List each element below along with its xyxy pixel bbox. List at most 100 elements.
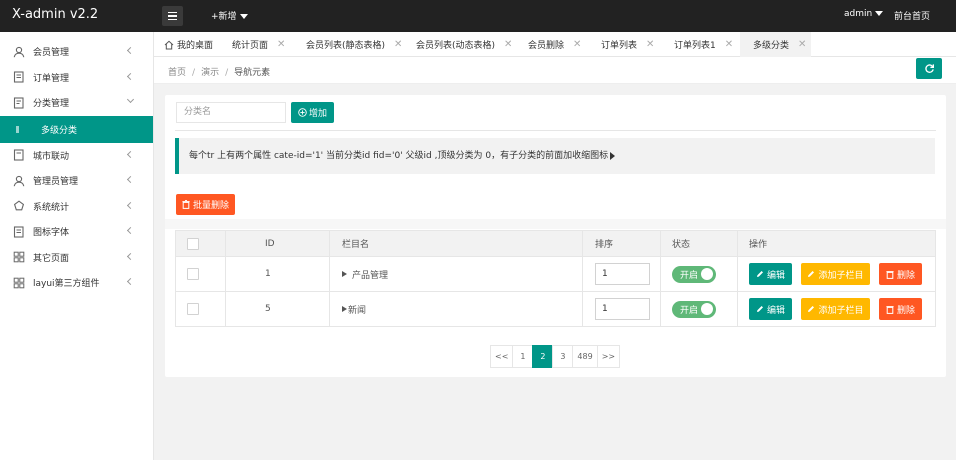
page-first[interactable]: << bbox=[490, 345, 514, 368]
close-icon[interactable]: ✕ bbox=[504, 39, 512, 50]
sort-input[interactable]: 1 bbox=[595, 263, 650, 285]
tab-label: 统计页面 bbox=[232, 41, 269, 51]
tab-label: 多级分类 bbox=[753, 41, 790, 51]
sidebar-item-stats[interactable]: 系统统计 bbox=[0, 194, 153, 220]
table-header-row: ID 栏目名 排序 状态 操作 bbox=[175, 230, 936, 257]
close-icon[interactable]: ✕ bbox=[394, 39, 402, 50]
hamburger-icon bbox=[168, 11, 177, 14]
app-logo[interactable]: X-admin v2.2 bbox=[12, 7, 98, 22]
sidebar-item-label: 分类管理 bbox=[33, 99, 70, 110]
tab-stats[interactable]: 统计页面 ✕ bbox=[232, 32, 285, 57]
header-actions: 操作 bbox=[749, 240, 768, 250]
divider bbox=[175, 130, 936, 131]
tab-label: 会员列表(动态表格) bbox=[416, 41, 496, 51]
chevron-left-icon bbox=[126, 201, 135, 209]
expand-icon[interactable] bbox=[342, 271, 347, 277]
page-2-current[interactable]: 2 bbox=[532, 345, 554, 368]
sidebar-item-other-pages[interactable]: 其它页面 bbox=[0, 245, 153, 271]
add-new-label: +新增 bbox=[211, 12, 237, 22]
stats-icon bbox=[13, 200, 25, 212]
caret-down-icon bbox=[239, 14, 248, 19]
front-home-link[interactable]: 前台首页 bbox=[894, 9, 930, 22]
page-1[interactable]: 1 bbox=[512, 345, 534, 368]
page-3[interactable]: 3 bbox=[552, 345, 574, 368]
caret-down-icon bbox=[875, 11, 884, 16]
refresh-button[interactable] bbox=[916, 58, 942, 79]
select-all-checkbox[interactable] bbox=[187, 237, 199, 250]
batch-delete-button[interactable]: 批量删除 bbox=[176, 194, 235, 215]
sidebar-item-layui-components[interactable]: layui第三方组件 bbox=[0, 270, 153, 296]
row-checkbox[interactable] bbox=[187, 268, 199, 280]
status-switch[interactable]: 开启 bbox=[672, 265, 716, 283]
sidebar-item-admin[interactable]: 管理员管理 bbox=[0, 168, 153, 194]
breadcrumb-current: 导航元素 bbox=[234, 68, 271, 78]
sidebar-item-order[interactable]: 订单管理 bbox=[0, 65, 153, 91]
sidebar-item-icon-font[interactable]: 图标字体 bbox=[0, 219, 153, 245]
content-card: 分类名 增加 每个tr 上有两个属性 cate-id='1' 当前分类id fi… bbox=[165, 95, 946, 377]
close-icon[interactable]: ✕ bbox=[573, 39, 581, 50]
category-name-input[interactable]: 分类名 bbox=[176, 102, 286, 123]
tab-member-static[interactable]: 会员列表(静态表格) ✕ bbox=[306, 32, 402, 57]
close-icon[interactable]: ✕ bbox=[798, 39, 806, 50]
delete-button[interactable]: 删除 bbox=[879, 263, 922, 285]
add-new-dropdown[interactable]: +新增 bbox=[211, 9, 248, 22]
header-name: 栏目名 bbox=[342, 240, 370, 250]
category-icon bbox=[13, 97, 25, 109]
breadcrumb: 首页 / 演示 / 导航元素 bbox=[168, 65, 270, 78]
admin-name: admin bbox=[844, 9, 873, 19]
plus-circle-icon bbox=[298, 108, 307, 117]
add-subcategory-button[interactable]: 添加子栏目 bbox=[801, 263, 870, 285]
table-row: 5 新闻 1 开启 编辑 添加子栏目 删除 bbox=[175, 292, 936, 327]
breadcrumb-demo[interactable]: 演示 bbox=[201, 68, 219, 78]
header-id: ID bbox=[265, 238, 275, 249]
tab-order-list-1[interactable]: 订单列表1 ✕ bbox=[674, 32, 733, 57]
breadcrumb-separator: / bbox=[225, 68, 229, 78]
close-icon[interactable]: ✕ bbox=[277, 39, 285, 50]
sidebar-subitem-multilevel-category[interactable]: 多级分类 bbox=[0, 115, 153, 143]
edit-button[interactable]: 编辑 bbox=[749, 263, 792, 285]
order-icon bbox=[13, 71, 25, 83]
switch-label: 开启 bbox=[680, 270, 699, 281]
status-switch[interactable]: 开启 bbox=[672, 300, 716, 318]
tab-multilevel-category[interactable]: 多级分类 ✕ bbox=[740, 32, 811, 57]
switch-knob bbox=[701, 268, 713, 280]
row-id: 5 bbox=[265, 304, 271, 314]
sidebar: 会员管理 订单管理 分类管理 多级分类 城市联动 管理员管理 系统统计 图标字体… bbox=[0, 32, 154, 460]
breadcrumb-home[interactable]: 首页 bbox=[168, 68, 186, 78]
row-checkbox[interactable] bbox=[187, 303, 199, 315]
sidebar-item-member[interactable]: 会员管理 bbox=[0, 39, 153, 65]
chevron-left-icon bbox=[126, 72, 135, 80]
trash-icon bbox=[886, 270, 894, 279]
edit-button[interactable]: 编辑 bbox=[749, 298, 792, 320]
add-button-label: 增加 bbox=[308, 109, 327, 119]
trash-icon bbox=[182, 200, 190, 209]
tab-order-list[interactable]: 订单列表 ✕ bbox=[601, 32, 654, 57]
tab-bar: 我的桌面 统计页面 ✕ 会员列表(静态表格) ✕ 会员列表(动态表格) ✕ 会员… bbox=[154, 32, 956, 57]
tab-label: 会员删除 bbox=[528, 41, 565, 51]
city-icon bbox=[13, 149, 25, 161]
trash-icon bbox=[886, 305, 894, 314]
select-all-cell bbox=[187, 231, 199, 256]
user-icon bbox=[13, 46, 25, 58]
page-489[interactable]: 489 bbox=[572, 345, 598, 368]
pencil-icon bbox=[756, 305, 764, 313]
admin-icon bbox=[13, 175, 25, 187]
sidebar-subitem-label: 多级分类 bbox=[41, 125, 78, 136]
tab-member-delete[interactable]: 会员删除 ✕ bbox=[528, 32, 581, 57]
tab-desktop[interactable]: 我的桌面 bbox=[164, 32, 213, 57]
admin-user-menu[interactable]: admin bbox=[844, 9, 884, 19]
page-last[interactable]: >> bbox=[596, 345, 621, 368]
tab-member-dynamic[interactable]: 会员列表(动态表格) ✕ bbox=[416, 32, 512, 57]
add-category-button[interactable]: 增加 bbox=[291, 102, 334, 123]
row-name: 新闻 bbox=[348, 305, 367, 316]
delete-button[interactable]: 删除 bbox=[879, 298, 922, 320]
menu-toggle-button[interactable] bbox=[162, 6, 183, 26]
close-icon[interactable]: ✕ bbox=[646, 39, 654, 50]
sort-input[interactable]: 1 bbox=[595, 298, 650, 320]
add-subcategory-button[interactable]: 添加子栏目 bbox=[801, 298, 870, 320]
sidebar-item-category[interactable]: 分类管理 bbox=[0, 90, 153, 116]
header-status: 状态 bbox=[672, 240, 691, 250]
expand-icon[interactable] bbox=[342, 306, 347, 312]
close-icon[interactable]: ✕ bbox=[725, 39, 733, 50]
sidebar-item-city[interactable]: 城市联动 bbox=[0, 143, 153, 169]
